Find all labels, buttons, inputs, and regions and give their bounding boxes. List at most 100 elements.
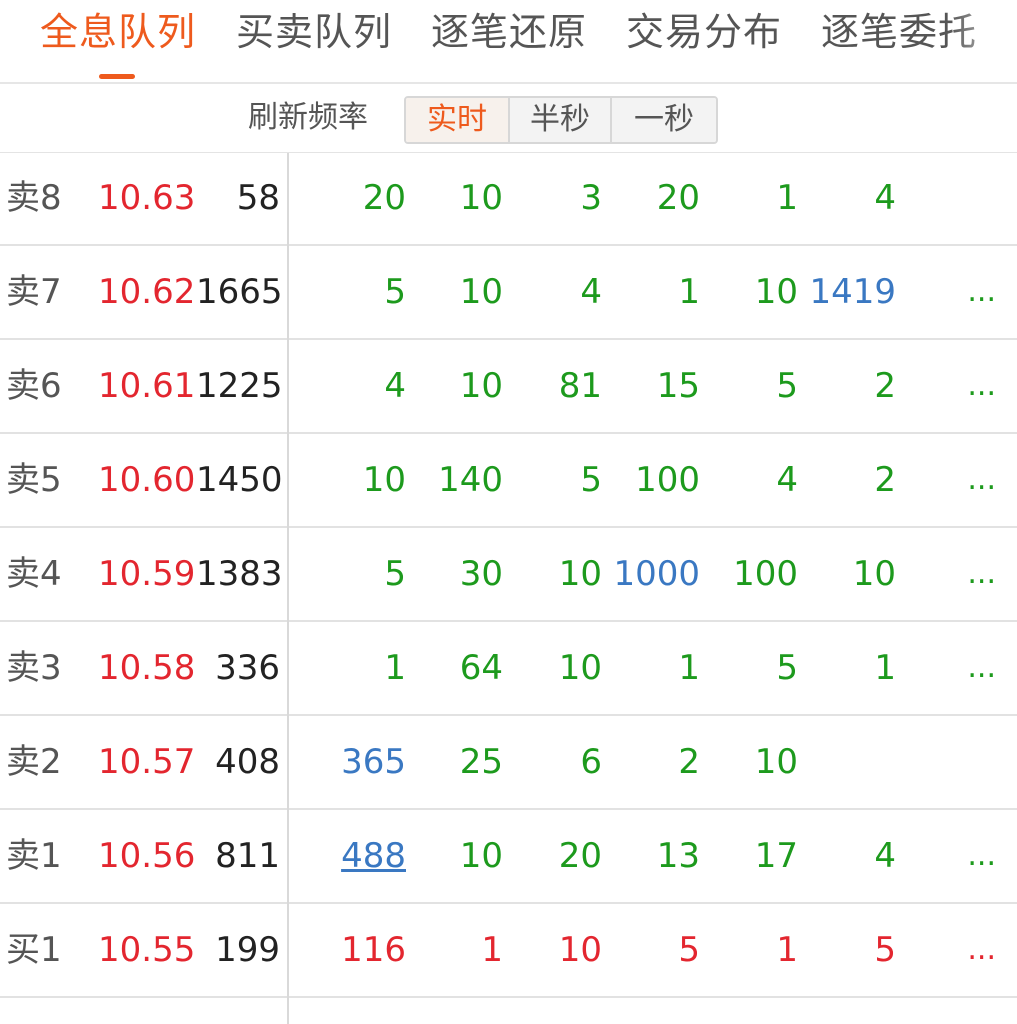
order-quantity: 4: [580, 272, 602, 312]
refresh-rate-bar: 刷新频率 实时 半秒 一秒: [0, 84, 1017, 153]
level-price: 10.63: [98, 178, 196, 218]
order-quantity: 1: [678, 648, 700, 688]
more-orders-button[interactable]: ...: [960, 622, 996, 714]
refresh-rate-selector: 实时 半秒 一秒: [404, 96, 718, 144]
queue-row[interactable]: 卖7 10.62 1665 5 10 4 1 10 1419...: [0, 246, 1017, 340]
level-price: 10.57: [98, 742, 196, 782]
order-quantity: 4: [874, 836, 896, 876]
queue-row[interactable]: 卖5 10.60 1450 10 140 5 100 4 2...: [0, 434, 1017, 528]
order-quantity: 100: [733, 554, 798, 594]
level-label: 卖5: [6, 460, 62, 500]
level-label: 卖3: [6, 648, 62, 688]
order-quantity: 13: [656, 836, 700, 876]
queue-row[interactable]: 卖3 10.58 336 1 64 10 1 5 1...: [0, 622, 1017, 716]
more-orders-button[interactable]: [960, 152, 996, 244]
more-orders-button[interactable]: [960, 716, 996, 808]
order-quantity[interactable]: 488: [296, 810, 406, 902]
order-quantity: 10: [459, 366, 503, 406]
level-volume: 1383: [196, 554, 283, 594]
order-quantity: 2: [678, 742, 700, 782]
order-quantity: [786, 716, 896, 808]
queue-row[interactable]: 卖6 10.61 1225 4 10 81 15 5 2...: [0, 340, 1017, 434]
more-orders-button[interactable]: ...: [960, 810, 996, 902]
order-quantity: 10: [558, 554, 602, 594]
level-label: 卖1: [6, 836, 62, 876]
more-orders-button[interactable]: ...: [960, 528, 996, 620]
more-orders-button[interactable]: ...: [960, 904, 996, 996]
order-quantity: 1: [776, 930, 798, 970]
level-price: 10.61: [98, 366, 196, 406]
order-quantity: 10: [362, 460, 406, 500]
order-quantity: 17: [754, 836, 798, 876]
order-quantity: 4: [874, 178, 896, 218]
level-label: 买1: [6, 930, 62, 970]
order-quantity: 10: [459, 836, 503, 876]
tab-trade-distribution[interactable]: 交易分布: [626, 8, 782, 56]
order-quantity: 81: [558, 366, 602, 406]
queue-row[interactable]: 卖1 10.56 811 488 10 20 13 17 4...: [0, 810, 1017, 904]
level-volume: 1450: [196, 460, 283, 500]
level-volume: 408: [215, 742, 280, 782]
order-quantity: 20: [656, 178, 700, 218]
tab-overflow-fade: [950, 0, 1017, 80]
order-quantity: 1: [384, 648, 406, 688]
refresh-half-second-button[interactable]: 半秒: [508, 98, 610, 142]
refresh-realtime-button[interactable]: 实时: [406, 98, 508, 142]
order-quantity: 10: [852, 554, 896, 594]
order-quantity: 1: [776, 178, 798, 218]
order-quantity: 10: [754, 272, 798, 312]
level-price: 10.58: [98, 648, 196, 688]
order-quantity: 15: [656, 366, 700, 406]
queue-row[interactable]: 买1 10.55 199 116 1 10 5 1 5...: [0, 904, 1017, 998]
order-quantity: 30: [459, 554, 503, 594]
order-quantity: 5: [776, 366, 798, 406]
level-volume: 58: [236, 178, 280, 218]
level-volume: 811: [215, 836, 280, 876]
level-price: 10.60: [98, 460, 196, 500]
more-orders-button[interactable]: ...: [960, 246, 996, 338]
order-quantity: 10: [459, 178, 503, 218]
order-quantity: 20: [362, 178, 406, 218]
order-quantity: 4: [776, 460, 798, 500]
order-quantity: 1419: [809, 272, 896, 312]
order-quantity: 1: [481, 930, 503, 970]
level-label: 卖4: [6, 554, 62, 594]
order-quantity: 5: [384, 554, 406, 594]
level-volume: 336: [215, 648, 280, 688]
level-label: 卖7: [6, 272, 62, 312]
level-price: 10.55: [98, 930, 196, 970]
level-volume: 1225: [196, 366, 283, 406]
refresh-rate-label: 刷新频率: [248, 100, 368, 135]
tab-bar: 全息队列 买卖队列 逐笔还原 交易分布 逐笔委托: [0, 0, 1017, 84]
more-orders-button[interactable]: ...: [960, 434, 996, 526]
order-quantity: 100: [635, 460, 700, 500]
level-price: 10.59: [98, 554, 196, 594]
level-volume: 199: [215, 930, 280, 970]
refresh-one-second-button[interactable]: 一秒: [610, 98, 716, 142]
order-quantity: 3: [580, 178, 602, 218]
tab-full-queue[interactable]: 全息队列: [40, 8, 196, 56]
order-quantity: 25: [459, 742, 503, 782]
order-queue-list: 卖910.647512101020518卖810.6358201032014卖7…: [0, 58, 1017, 998]
order-quantity: 5: [678, 930, 700, 970]
tab-buy-sell-queue[interactable]: 买卖队列: [236, 8, 392, 56]
order-quantity: 5: [580, 460, 602, 500]
tab-tick-restore[interactable]: 逐笔还原: [431, 8, 587, 56]
column-divider: [287, 150, 289, 1024]
queue-row[interactable]: 卖4 10.59 1383 5 30 10 1000 100 10...: [0, 528, 1017, 622]
order-quantity: 1000: [613, 554, 700, 594]
level-label: 卖8: [6, 178, 62, 218]
order-quantity: 140: [438, 460, 503, 500]
active-tab-indicator: [99, 74, 135, 79]
order-quantity: 5: [776, 648, 798, 688]
level-volume: 1665: [196, 272, 283, 312]
order-quantity: 4: [384, 366, 406, 406]
level-price: 10.56: [98, 836, 196, 876]
order-quantity: 2: [874, 460, 896, 500]
level-label: 卖2: [6, 742, 62, 782]
order-quantity: 1: [678, 272, 700, 312]
more-orders-button[interactable]: ...: [960, 340, 996, 432]
queue-row[interactable]: 卖2 10.57 408 365 25 6 2 10: [0, 716, 1017, 810]
queue-row[interactable]: 卖8 10.63 58 20 10 3 20 1 4: [0, 152, 1017, 246]
order-quantity: 1: [874, 648, 896, 688]
